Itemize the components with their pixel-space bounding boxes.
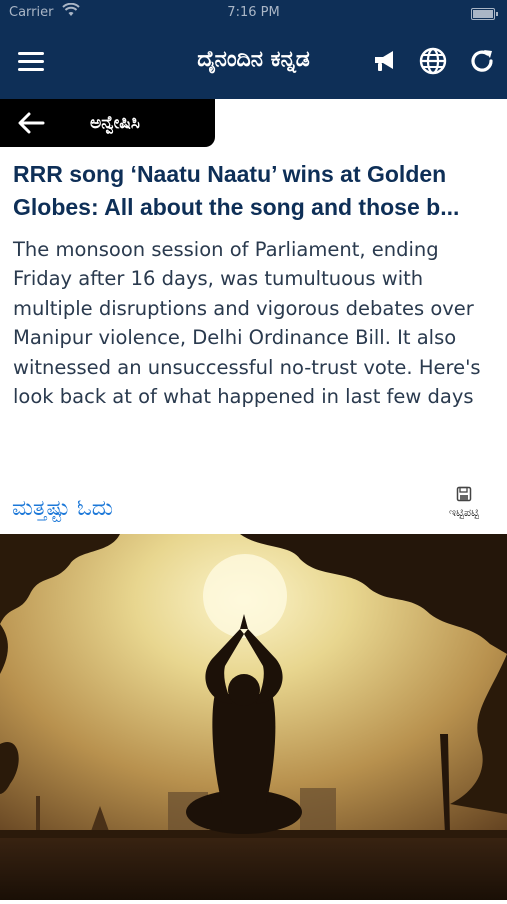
article-headline[interactable]: RRR song ‘Naatu Naatu’ wins at Golden Gl… [13, 158, 497, 224]
refresh-icon[interactable] [467, 46, 497, 76]
arrow-left-icon [18, 112, 45, 134]
yoga-silhouette-image [0, 534, 507, 900]
megaphone-icon[interactable] [370, 46, 400, 76]
globe-icon[interactable] [418, 46, 448, 76]
status-bar: Carrier 7:16 PM [0, 0, 507, 26]
article-summary: The monsoon session of Parliament, endin… [13, 238, 481, 409]
search-label[interactable]: ಅನ್ವೇಷಿಸಿ [90, 113, 140, 133]
floppy-disk-icon [456, 486, 472, 502]
article-image[interactable] [0, 534, 507, 900]
search-bar: ಅನ್ವೇಷಿಸಿ [0, 99, 215, 147]
app-header: Carrier 7:16 PM ದೈನಂದಿನ ಕನ್ನಡ [0, 0, 507, 99]
save-button[interactable]: ಇಟ್ಟಿಪಟ್ಟಿ [438, 486, 490, 530]
back-button[interactable] [16, 109, 46, 137]
save-label: ಇಟ್ಟಿಪಟ್ಟಿ [448, 506, 480, 519]
read-more-link[interactable]: ಮತ್ತಷ್ಟು ಓದು [12, 496, 113, 521]
battery-icon [471, 8, 498, 20]
status-time: 7:16 PM [227, 5, 280, 20]
